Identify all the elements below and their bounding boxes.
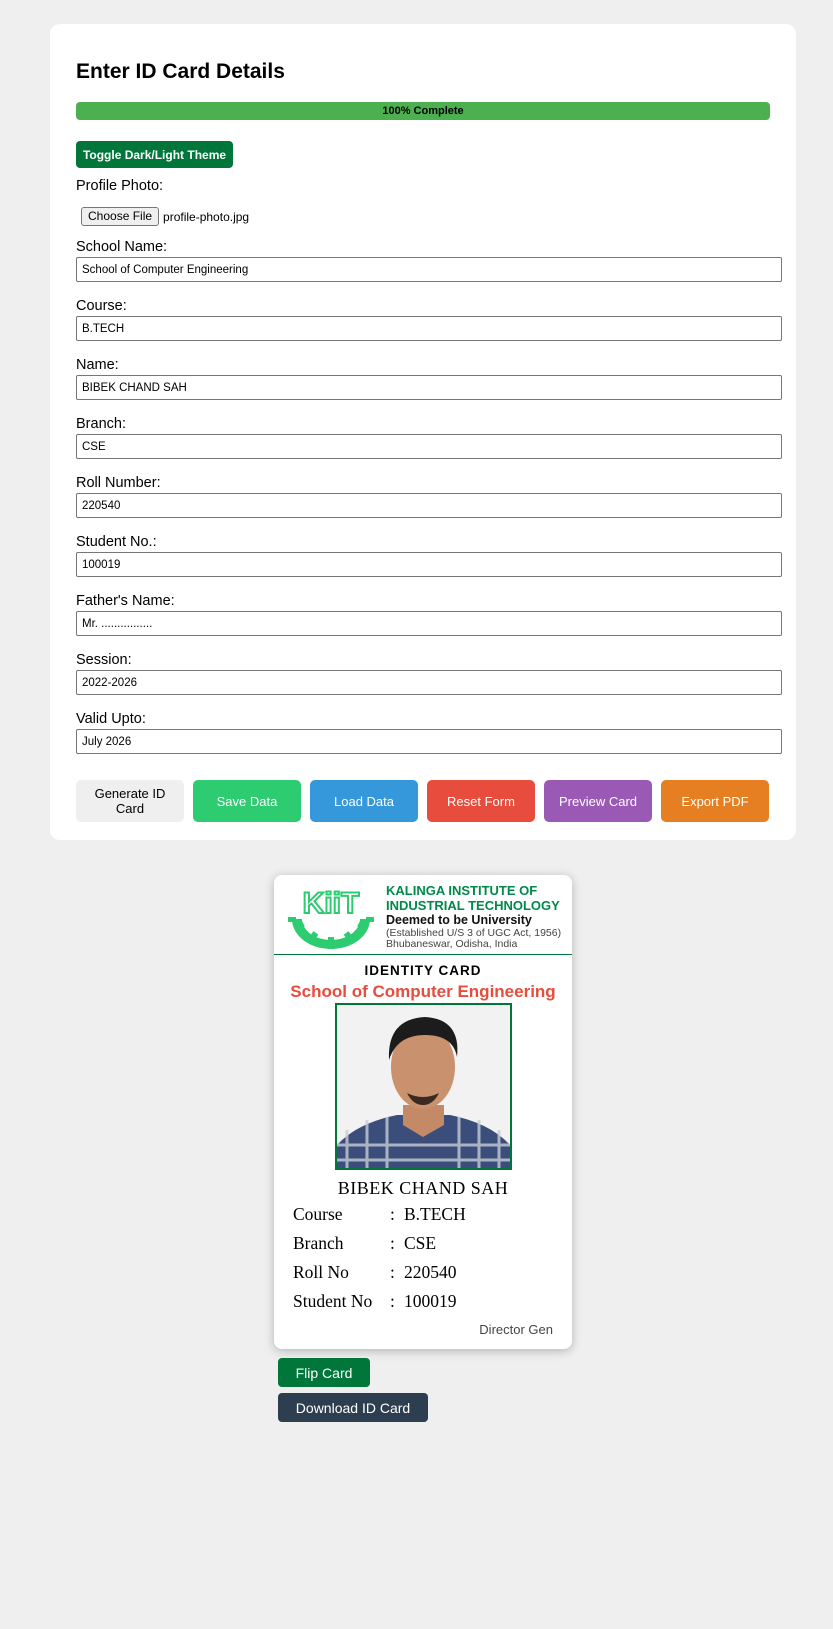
selected-file-name: profile-photo.jpg bbox=[163, 209, 250, 224]
load-data-button[interactable]: Load Data bbox=[310, 780, 418, 822]
institute-name-line1: KALINGA INSTITUTE OF bbox=[386, 883, 538, 898]
name-input[interactable] bbox=[76, 375, 782, 400]
roll-number-label: Roll Number: bbox=[76, 475, 161, 491]
card-student-no-colon: : bbox=[390, 1291, 395, 1311]
student-no-label: Student No.: bbox=[76, 534, 157, 550]
reset-form-button[interactable]: Reset Form bbox=[427, 780, 535, 822]
card-student-no-value: 100019 bbox=[404, 1291, 457, 1311]
card-branch-colon: : bbox=[390, 1233, 395, 1253]
preview-card-button[interactable]: Preview Card bbox=[544, 780, 652, 822]
school-name-input[interactable] bbox=[76, 257, 782, 282]
institute-name-line2: INDUSTRIAL TECHNOLOGY bbox=[386, 898, 560, 913]
branch-label: Branch: bbox=[76, 416, 126, 432]
student-photo-icon bbox=[337, 1005, 510, 1168]
card-branch-row: Branch : CSE bbox=[293, 1233, 436, 1254]
valid-upto-label: Valid Upto: bbox=[76, 711, 146, 727]
progress-bar: 100% Complete bbox=[76, 102, 770, 120]
kiit-logo-icon: KiiT bbox=[288, 886, 374, 949]
name-label: Name: bbox=[76, 357, 119, 373]
card-course-value: B.TECH bbox=[404, 1204, 466, 1224]
logo-text: KiiT bbox=[303, 887, 360, 920]
deemed-university: Deemed to be University bbox=[386, 913, 532, 927]
form-title: Enter ID Card Details bbox=[76, 60, 285, 83]
student-no-input[interactable] bbox=[76, 552, 782, 577]
id-form-panel: Enter ID Card Details 100% Complete Togg… bbox=[50, 24, 796, 840]
director-signature-label: Director Gen bbox=[479, 1322, 553, 1337]
form-actions: Generate ID Card Save Data Load Data Res… bbox=[76, 780, 769, 822]
download-id-card-button[interactable]: Download ID Card bbox=[278, 1393, 428, 1422]
card-roll-colon: : bbox=[390, 1262, 395, 1282]
student-photo bbox=[335, 1003, 512, 1170]
session-input[interactable] bbox=[76, 670, 782, 695]
identity-card-title: IDENTITY CARD bbox=[364, 963, 482, 978]
card-course-key: Course bbox=[293, 1204, 343, 1224]
session-label: Session: bbox=[76, 652, 132, 668]
card-roll-value: 220540 bbox=[404, 1262, 457, 1282]
card-header: KiiT KALINGA INSTITUTE OF INDUSTRIAL TEC… bbox=[274, 875, 572, 955]
fathers-name-label: Father's Name: bbox=[76, 593, 175, 609]
branch-input[interactable] bbox=[76, 434, 782, 459]
card-course-row: Course : B.TECH bbox=[293, 1204, 466, 1225]
course-label: Course: bbox=[76, 298, 127, 314]
generate-id-card-button[interactable]: Generate ID Card bbox=[76, 780, 184, 822]
save-data-button[interactable]: Save Data bbox=[193, 780, 301, 822]
profile-photo-input: Choose File profile-photo.jpg bbox=[81, 207, 249, 226]
choose-file-button[interactable]: Choose File bbox=[81, 207, 160, 226]
card-roll-key: Roll No bbox=[293, 1262, 349, 1282]
toggle-theme-button[interactable]: Toggle Dark/Light Theme bbox=[76, 141, 233, 168]
card-roll-row: Roll No : 220540 bbox=[293, 1262, 457, 1283]
card-student-no-key: Student No bbox=[293, 1291, 373, 1311]
card-student-name: BIBEK CHAND SAH bbox=[337, 1178, 509, 1198]
flip-card-button[interactable]: Flip Card bbox=[278, 1358, 370, 1387]
card-course-colon: : bbox=[390, 1204, 395, 1224]
roll-number-input[interactable] bbox=[76, 493, 782, 518]
export-pdf-button[interactable]: Export PDF bbox=[661, 780, 769, 822]
id-card: KiiT KALINGA INSTITUTE OF INDUSTRIAL TEC… bbox=[274, 875, 572, 1349]
card-branch-key: Branch bbox=[293, 1233, 344, 1253]
valid-upto-input[interactable] bbox=[76, 729, 782, 754]
profile-photo-label: Profile Photo: bbox=[76, 178, 164, 194]
institute-location: Bhubaneswar, Odisha, India bbox=[386, 938, 518, 950]
fathers-name-input[interactable] bbox=[76, 611, 782, 636]
course-input[interactable] bbox=[76, 316, 782, 341]
card-branch-value: CSE bbox=[404, 1233, 437, 1253]
school-name-label: School Name: bbox=[76, 239, 168, 255]
card-student-no-row: Student No : 100019 bbox=[293, 1291, 457, 1312]
card-school-name: School of Computer Engineering bbox=[290, 982, 556, 1001]
